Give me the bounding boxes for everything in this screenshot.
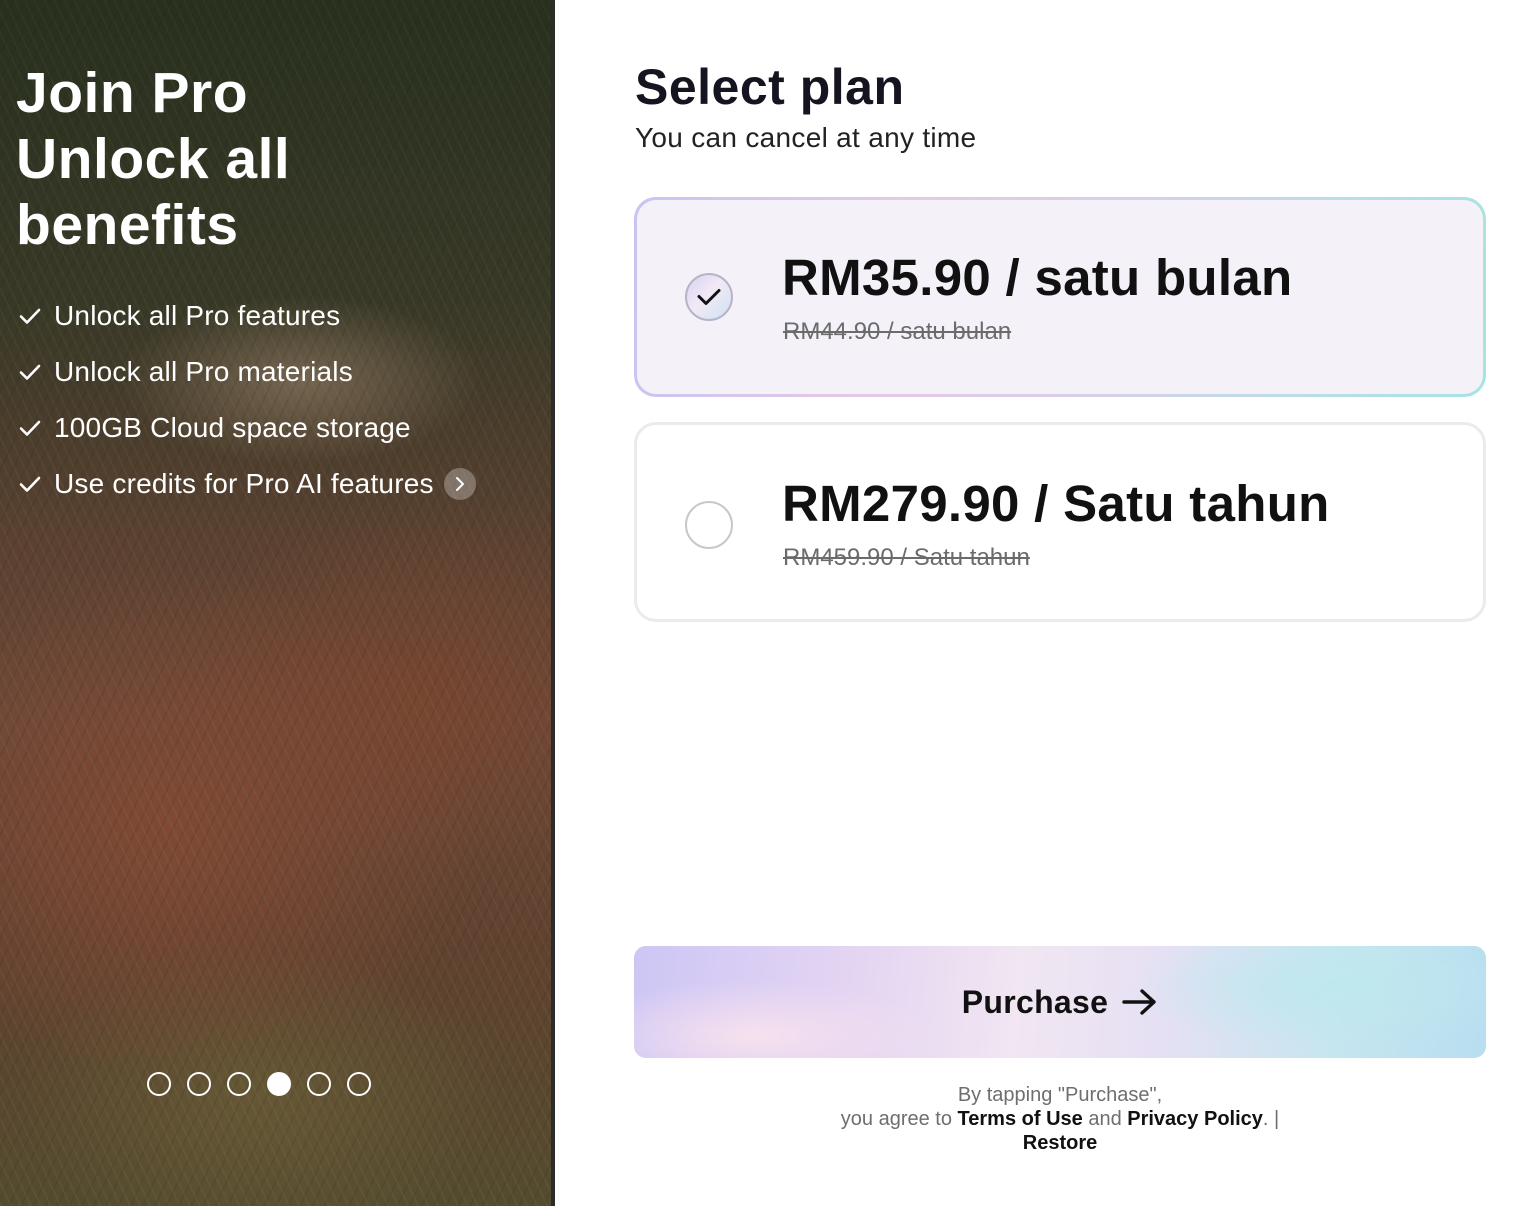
check-icon: [19, 364, 41, 380]
carousel-dot[interactable]: [227, 1072, 251, 1096]
benefit-item-ai-credits[interactable]: Use credits for Pro AI features: [18, 456, 476, 512]
benefit-label: Use credits for Pro AI features: [54, 468, 434, 499]
arrow-right-icon: [1122, 989, 1156, 1015]
privacy-policy-link[interactable]: Privacy Policy: [1127, 1108, 1263, 1130]
carousel-dot[interactable]: [147, 1072, 171, 1096]
check-icon: [19, 308, 41, 324]
check-icon: [697, 289, 721, 305]
purchase-label: Purchase: [961, 983, 1109, 1020]
plan-price: RM35.90 / satu bulan: [782, 249, 1293, 306]
restore-link[interactable]: Restore: [1023, 1132, 1097, 1154]
check-icon: [19, 420, 41, 436]
legal-text: . |: [1262, 1108, 1280, 1130]
plan-original-price: RM459.90 / Satu tahun: [783, 544, 1030, 571]
legal-line: By tapping "Purchase",: [957, 1084, 1163, 1106]
page-title: Select plan: [635, 59, 905, 115]
legal-line: Restore: [634, 1131, 1486, 1155]
benefit-label: 100GB Cloud space storage: [54, 412, 411, 443]
hero-title-line: benefits: [16, 193, 239, 257]
plan-radio-selected[interactable]: [685, 273, 733, 321]
legal-line: you agree to Terms of Use and Privacy Po…: [634, 1107, 1486, 1131]
plan-option-monthly[interactable]: RM35.90 / satu bulan RM44.90 / satu bula…: [634, 197, 1486, 397]
plan-price: RM279.90 / Satu tahun: [782, 475, 1330, 532]
legal-text: and: [1082, 1108, 1128, 1130]
plan-card: RM35.90 / satu bulan RM44.90 / satu bula…: [637, 200, 1483, 394]
benefit-more-button[interactable]: [443, 468, 476, 500]
hero-title-line: Join Pro: [16, 61, 249, 125]
legal-text: you agree to: [840, 1108, 958, 1130]
benefits-list: Unlock all Pro features Unlock all Pro m…: [18, 288, 476, 512]
carousel-dot[interactable]: [267, 1072, 291, 1096]
plan-panel: Select plan You can cancel at any time R…: [555, 0, 1534, 1206]
hero-title: Join Pro Unlock all benefits: [16, 60, 536, 258]
terms-of-use-link[interactable]: Terms of Use: [958, 1108, 1083, 1130]
benefit-item: Unlock all Pro materials: [18, 344, 476, 400]
plan-card: RM279.90 / Satu tahun RM459.90 / Satu ta…: [637, 425, 1483, 619]
page-subtitle: You can cancel at any time: [635, 122, 977, 153]
plan-option-yearly[interactable]: RM279.90 / Satu tahun RM459.90 / Satu ta…: [634, 422, 1486, 622]
legal-notice: By tapping "Purchase", you agree to Term…: [634, 1083, 1486, 1155]
hero-title-line: Unlock all: [16, 127, 291, 191]
benefit-item: 100GB Cloud space storage: [18, 400, 476, 456]
purchase-button[interactable]: Purchase: [634, 946, 1486, 1058]
chevron-right-icon: [455, 477, 464, 491]
carousel-dot[interactable]: [347, 1072, 371, 1096]
benefit-item: Unlock all Pro features: [18, 288, 476, 344]
benefit-label: Unlock all Pro features: [54, 300, 341, 331]
carousel-indicator: [147, 1072, 371, 1096]
hero-panel: Join Pro Unlock all benefits Unlock all …: [0, 0, 551, 1206]
plan-original-price: RM44.90 / satu bulan: [783, 318, 1012, 345]
benefit-label: Unlock all Pro materials: [54, 356, 353, 387]
carousel-dot[interactable]: [307, 1072, 331, 1096]
plan-radio-unselected[interactable]: [685, 501, 733, 549]
carousel-dot[interactable]: [187, 1072, 211, 1096]
check-icon: [19, 476, 41, 492]
